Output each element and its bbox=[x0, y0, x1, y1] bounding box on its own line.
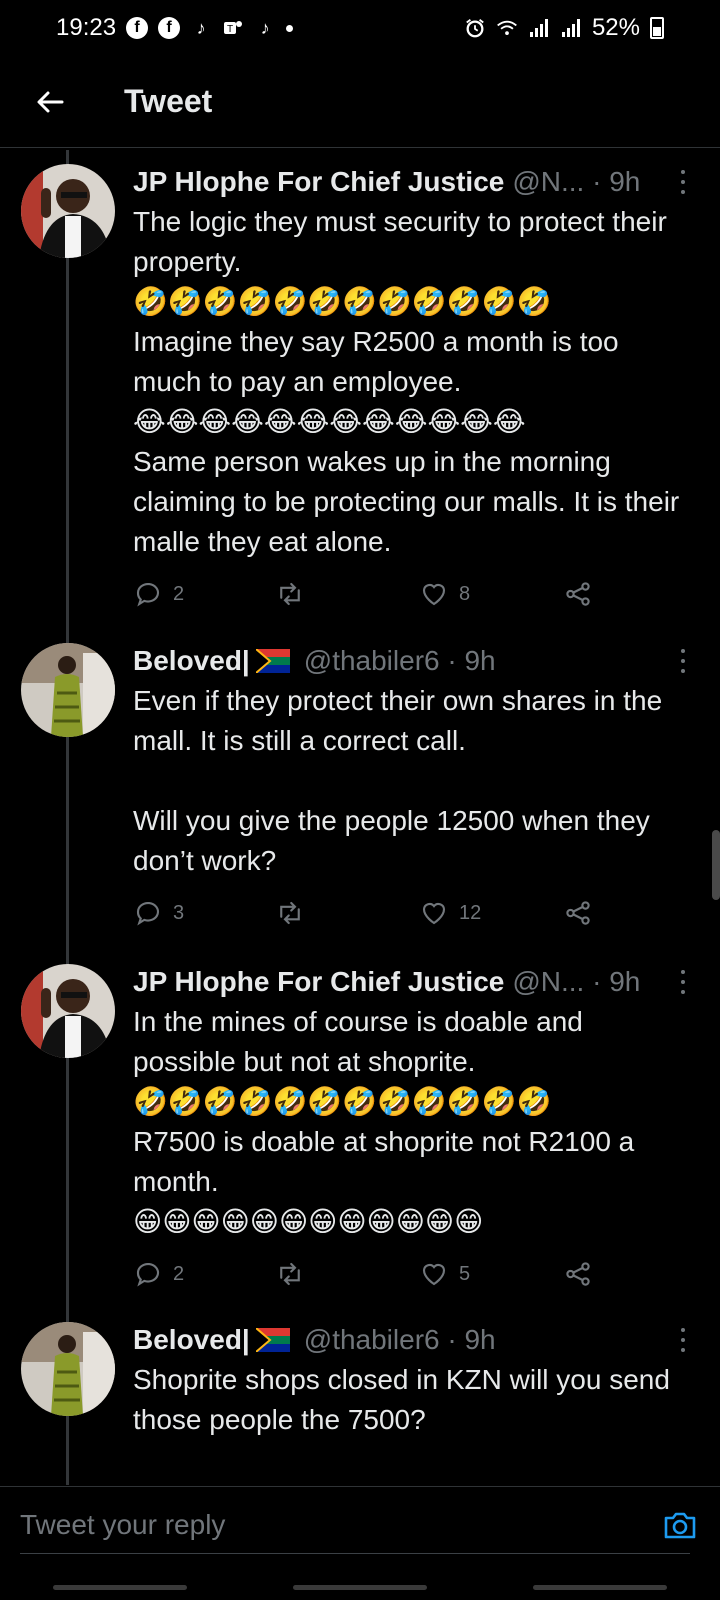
tweet-body: Beloved| @thabiler6 · 9h Shoprite shops … bbox=[133, 1320, 693, 1440]
avatar[interactable] bbox=[21, 643, 115, 737]
retweet-button[interactable] bbox=[275, 579, 419, 609]
nav-back-button[interactable] bbox=[533, 1584, 667, 1590]
more-options-button[interactable] bbox=[673, 649, 693, 673]
share-button[interactable] bbox=[563, 1259, 593, 1289]
scrollbar[interactable] bbox=[712, 830, 720, 900]
more-options-button[interactable] bbox=[673, 170, 693, 194]
back-button[interactable] bbox=[0, 56, 100, 148]
tweet-body: Beloved| @thabiler6 · 9h Even if they pr… bbox=[133, 641, 693, 933]
like-button[interactable]: 5 bbox=[419, 1259, 563, 1289]
tweet-text: Shoprite shops closed in KZN will you se… bbox=[133, 1364, 678, 1435]
teams-icon: T bbox=[222, 17, 244, 39]
tiktok-icon: ♪ bbox=[196, 17, 206, 38]
status-time: 19:23 bbox=[56, 14, 117, 41]
input-underline bbox=[20, 1553, 690, 1554]
share-icon bbox=[566, 582, 590, 606]
display-name[interactable]: Beloved| bbox=[133, 641, 250, 681]
page-title: Tweet bbox=[124, 83, 213, 119]
signal-icon bbox=[528, 17, 550, 39]
reply-button[interactable]: 2 bbox=[133, 1259, 275, 1289]
handle-and-time: @N... · 9h bbox=[512, 166, 641, 197]
tweet-header: JP Hlophe For Chief Justice @N... · 9h bbox=[133, 962, 693, 1002]
handle-and-time: @thabiler6 · 9h bbox=[303, 645, 496, 676]
more-options-button[interactable] bbox=[673, 970, 693, 994]
avatar[interactable] bbox=[21, 164, 115, 258]
battery-percent: 52% bbox=[591, 14, 640, 41]
alarm-icon bbox=[464, 17, 486, 39]
reply-button[interactable]: 3 bbox=[133, 898, 275, 928]
south-africa-flag-icon bbox=[255, 649, 290, 673]
share-icon bbox=[566, 1262, 590, 1286]
heart-icon bbox=[422, 1264, 446, 1286]
status-bar: 19:23 f f ♪ T ♪ 52% bbox=[0, 0, 720, 56]
reply-icon bbox=[136, 901, 160, 926]
tweet-body: JP Hlophe For Chief Justice @N... · 9h I… bbox=[133, 962, 693, 1294]
tweet-actions: 2 8 bbox=[133, 574, 693, 614]
tweet-header: JP Hlophe For Chief Justice @N... · 9h bbox=[133, 162, 693, 202]
arrow-left-icon bbox=[37, 91, 64, 112]
tweet-text: In the mines of course is doable and pos… bbox=[133, 1006, 635, 1237]
tweet-text: Even if they protect their own shares in… bbox=[133, 685, 663, 876]
tweet-body: JP Hlophe For Chief Justice @N... · 9h T… bbox=[133, 162, 693, 614]
reply-count: 2 bbox=[173, 582, 185, 605]
reply-icon bbox=[136, 1262, 160, 1287]
handle-and-time: @thabiler6 · 9h bbox=[303, 1324, 496, 1355]
tweet-actions: 3 12 bbox=[133, 893, 693, 933]
display-name[interactable]: JP Hlophe For Chief Justice bbox=[133, 962, 504, 1002]
display-name[interactable]: Beloved| bbox=[133, 1320, 250, 1360]
reply-count: 3 bbox=[173, 901, 185, 924]
reply-composer bbox=[0, 1486, 720, 1562]
share-button[interactable] bbox=[563, 579, 593, 609]
like-button[interactable]: 12 bbox=[419, 898, 563, 928]
nav-recents-button[interactable] bbox=[53, 1584, 187, 1590]
nav-home-button[interactable] bbox=[293, 1584, 427, 1590]
tiktok-icon: ♪ bbox=[260, 17, 270, 38]
tweet-header: Beloved| @thabiler6 · 9h bbox=[133, 641, 693, 681]
camera-icon[interactable] bbox=[660, 1505, 700, 1545]
avatar[interactable] bbox=[21, 1322, 115, 1416]
heart-icon bbox=[422, 903, 446, 925]
reply-count: 2 bbox=[173, 1262, 185, 1285]
wifi-icon bbox=[496, 17, 518, 39]
battery-icon bbox=[650, 17, 664, 39]
svg-text:T: T bbox=[227, 24, 233, 35]
more-options-button[interactable] bbox=[673, 1328, 693, 1352]
like-count: 8 bbox=[459, 582, 471, 605]
south-africa-flag-icon bbox=[255, 1328, 290, 1352]
system-nav-bar bbox=[0, 1574, 720, 1600]
retweet-icon bbox=[280, 1262, 300, 1286]
retweet-icon bbox=[280, 901, 300, 925]
thread-line bbox=[66, 150, 69, 1485]
like-count: 12 bbox=[459, 901, 482, 924]
tweet-header: Beloved| @thabiler6 · 9h bbox=[133, 1320, 693, 1360]
heart-icon bbox=[422, 584, 446, 606]
avatar[interactable] bbox=[21, 964, 115, 1058]
reply-icon bbox=[136, 582, 160, 607]
reply-button[interactable]: 2 bbox=[133, 579, 275, 609]
share-button[interactable] bbox=[563, 898, 593, 928]
reply-thread[interactable]: JP Hlophe For Chief Justice @N... · 9h T… bbox=[0, 150, 720, 1485]
reply-input[interactable] bbox=[20, 1508, 660, 1541]
top-app-bar: Tweet bbox=[0, 56, 720, 148]
tweet-actions: 2 5 bbox=[133, 1254, 693, 1294]
facebook-icon: f bbox=[126, 17, 149, 39]
share-icon bbox=[566, 901, 590, 925]
facebook-icon: f bbox=[158, 17, 181, 39]
display-name[interactable]: JP Hlophe For Chief Justice bbox=[133, 162, 504, 202]
signal-icon bbox=[560, 17, 582, 39]
tweet-text: The logic they must security to protect … bbox=[133, 206, 680, 557]
retweet-icon bbox=[280, 582, 300, 606]
handle-and-time: @N... · 9h bbox=[512, 966, 641, 997]
like-button[interactable]: 8 bbox=[419, 579, 563, 609]
retweet-button[interactable] bbox=[275, 898, 419, 928]
like-count: 5 bbox=[459, 1262, 471, 1285]
retweet-button[interactable] bbox=[275, 1259, 419, 1289]
notification-dot bbox=[286, 24, 294, 32]
